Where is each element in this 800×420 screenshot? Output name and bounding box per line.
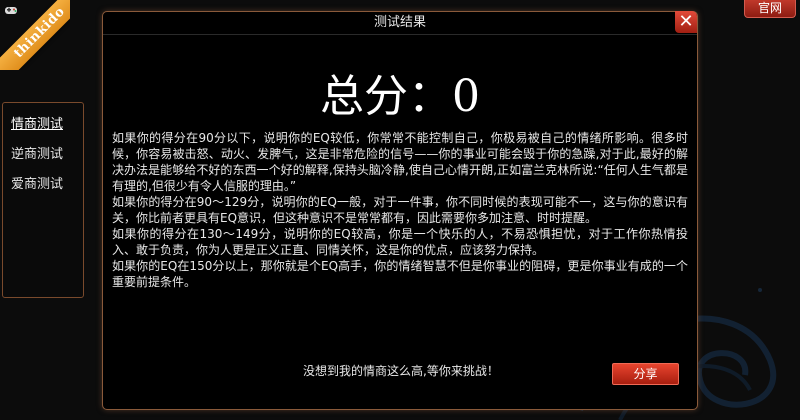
menu-item-eq-test[interactable]: 情商测试 bbox=[11, 113, 63, 132]
corner-ribbon: thinkido bbox=[0, 0, 70, 70]
score-label: 总分： bbox=[320, 71, 452, 122]
close-button[interactable]: ✕ bbox=[675, 11, 697, 33]
menu-item-love-test[interactable]: 爱商测试 bbox=[11, 173, 63, 192]
result-description: 如果你的得分在90分以下，说明你的EQ较低，你常常不能控制自己，你极易被自己的情… bbox=[112, 130, 688, 290]
result-paragraph: 如果你的得分在90～129分，说明你的EQ一般，对于一件事，你不同时候的表现可能… bbox=[112, 195, 688, 225]
dialog-title: 测试结果 bbox=[373, 15, 426, 30]
game-controller-icon bbox=[5, 7, 17, 14]
challenge-message: 没想到我的情商这么高,等你来挑战！ bbox=[303, 364, 499, 378]
result-paragraph: 如果你的得分在130～149分，说明你的EQ较高，你是一个快乐的人，不易恐惧担忧… bbox=[112, 227, 688, 257]
menu-item-aq-test[interactable]: 逆商测试 bbox=[11, 143, 63, 162]
result-paragraph: 如果你的得分在90分以下，说明你的EQ较低，你常常不能控制自己，你极易被自己的情… bbox=[112, 131, 688, 193]
result-dialog: 测试结果 ✕ 总分：0 如果你的得分在90分以下，说明你的EQ较低，你常常不能控… bbox=[102, 11, 698, 410]
share-button[interactable]: 分享 bbox=[612, 363, 679, 385]
dialog-header: 测试结果 bbox=[103, 12, 697, 35]
test-menu: 情商测试 逆商测试 爱商测试 bbox=[2, 102, 84, 298]
score-value: 0 bbox=[452, 71, 480, 122]
total-score: 总分：0 bbox=[103, 60, 697, 124]
result-paragraph: 如果你的EQ在150分以上，那你就是个EQ高手，你的情绪智慧不但是你事业的阻碍，… bbox=[112, 259, 688, 289]
official-site-link[interactable]: 官网 bbox=[744, 0, 796, 18]
close-icon: ✕ bbox=[678, 11, 694, 32]
